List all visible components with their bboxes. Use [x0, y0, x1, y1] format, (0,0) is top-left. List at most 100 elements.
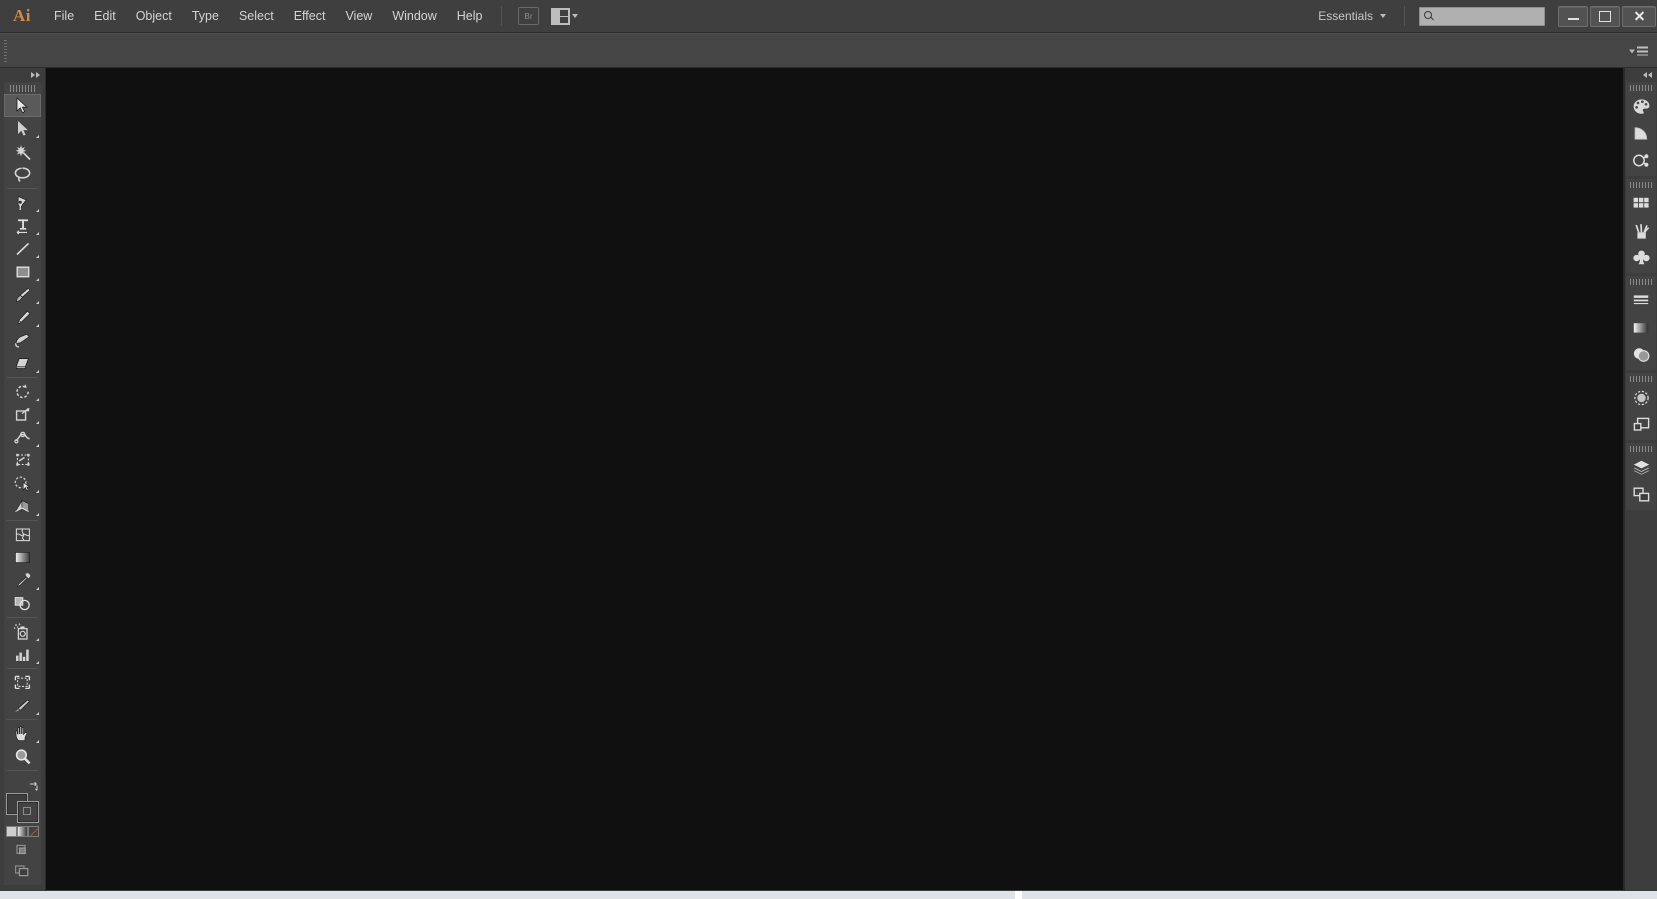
zoom-tool[interactable]	[4, 745, 41, 768]
brushes-panel-button[interactable]	[1626, 217, 1656, 244]
rotate-tool[interactable]	[4, 380, 41, 403]
minimize-button[interactable]	[1558, 5, 1588, 27]
grip-icon	[1630, 375, 1652, 382]
tools-panel-grip[interactable]	[4, 82, 41, 94]
free-transform-tool[interactable]	[4, 449, 41, 472]
arrange-documents-button[interactable]	[548, 6, 582, 27]
dock-group-grip[interactable]	[1626, 276, 1656, 287]
layers-panel-button[interactable]	[1626, 454, 1656, 481]
close-button[interactable]	[1622, 5, 1656, 27]
dock-group-color	[1626, 82, 1656, 176]
gradient-panel-button[interactable]	[1626, 314, 1656, 341]
direct-selection-tool[interactable]	[4, 117, 41, 140]
lasso-tool[interactable]	[4, 163, 41, 186]
graphic-styles-panel-button[interactable]	[1626, 411, 1656, 438]
workspace-switcher[interactable]: Essentials	[1308, 5, 1396, 27]
menu-help[interactable]: Help	[447, 0, 493, 32]
menu-type[interactable]: Type	[182, 0, 229, 32]
dock-collapse-button[interactable]	[1625, 68, 1657, 82]
mesh-tool[interactable]	[4, 523, 41, 546]
search-box[interactable]	[1419, 6, 1578, 26]
grip-icon	[1630, 84, 1652, 91]
panel-menu-icon	[1637, 46, 1648, 55]
menu-object[interactable]: Object	[126, 0, 182, 32]
menu-file[interactable]: File	[44, 0, 84, 32]
go-to-bridge-button[interactable]: Br	[516, 6, 542, 27]
stroke-panel-button[interactable]	[1626, 287, 1656, 314]
pencil-tool[interactable]	[4, 306, 41, 329]
tools-divider	[7, 377, 38, 378]
stroke-swatch[interactable]	[17, 801, 39, 823]
tool-flyout-indicator	[36, 232, 39, 235]
work-area	[0, 68, 1657, 891]
menu-select[interactable]: Select	[229, 0, 284, 32]
menu-effect[interactable]: Effect	[284, 0, 336, 32]
menubar-divider	[500, 6, 502, 26]
double-chevron-left-icon	[1643, 72, 1652, 78]
gradient-tool[interactable]	[4, 546, 41, 569]
line-segment-tool[interactable]	[4, 237, 41, 260]
selection-tool[interactable]	[4, 94, 41, 117]
perspective-grid-tool[interactable]	[4, 495, 41, 518]
shape-builder-tool[interactable]	[4, 472, 41, 495]
artboards-panel-button[interactable]	[1626, 481, 1656, 508]
menu-window[interactable]: Window	[382, 0, 446, 32]
paintbrush-tool[interactable]	[4, 283, 41, 306]
dock-group-grip[interactable]	[1626, 82, 1656, 93]
none-button[interactable]	[28, 826, 39, 837]
column-graph-tool[interactable]	[4, 643, 41, 666]
menu-edit[interactable]: Edit	[84, 0, 126, 32]
pen-tool[interactable]	[4, 191, 41, 214]
dock-group-grip[interactable]	[1626, 443, 1656, 454]
tool-flyout-indicator	[36, 513, 39, 516]
tools-panel	[0, 68, 46, 891]
drawing-modes-button[interactable]	[4, 839, 41, 860]
empty-canvas[interactable]	[46, 68, 1624, 890]
color-button[interactable]	[6, 826, 17, 837]
symbol-sprayer-tool[interactable]	[4, 620, 41, 643]
appearance-panel-button[interactable]	[1626, 384, 1656, 411]
kuler-panel-button[interactable]	[1626, 147, 1656, 174]
eyedropper-tool[interactable]	[4, 569, 41, 592]
scale-tool[interactable]	[4, 403, 41, 426]
tools-panel-collapse-button[interactable]	[0, 68, 45, 82]
change-screen-mode-button[interactable]	[4, 860, 41, 881]
tool-flyout-indicator	[36, 255, 39, 258]
fill-stroke-top-row	[6, 779, 39, 793]
menu-view[interactable]: View	[335, 0, 382, 32]
control-panel-menu-button[interactable]	[1629, 46, 1648, 55]
type-tool[interactable]	[4, 214, 41, 237]
tool-flyout-indicator	[36, 135, 39, 138]
hand-tool[interactable]	[4, 722, 41, 745]
swatches-panel-button[interactable]	[1626, 190, 1656, 217]
menubar-right-cluster: Essentials	[1308, 0, 1657, 32]
control-panel-grip[interactable]	[0, 34, 10, 67]
tool-flyout-indicator	[36, 421, 39, 424]
tool-flyout-indicator	[36, 370, 39, 373]
fill-stroke-swatches	[6, 793, 39, 823]
blend-tool[interactable]	[4, 592, 41, 615]
transparency-panel-button[interactable]	[1626, 341, 1656, 368]
grip-icon	[1630, 445, 1652, 452]
dock-group-grip[interactable]	[1626, 179, 1656, 190]
symbols-panel-button[interactable]	[1626, 244, 1656, 271]
tool-flyout-indicator	[36, 324, 39, 327]
dock-group-assets	[1626, 179, 1656, 273]
color-guide-panel-button[interactable]	[1626, 120, 1656, 147]
swap-fill-stroke-button[interactable]	[28, 779, 39, 791]
window-controls	[1557, 0, 1657, 32]
blob-brush-tool[interactable]	[4, 329, 41, 352]
dock-group-appearance	[1626, 373, 1656, 440]
eraser-tool[interactable]	[4, 352, 41, 375]
dock-group-grip[interactable]	[1626, 373, 1656, 384]
magic-wand-tool[interactable]	[4, 140, 41, 163]
gradient-button[interactable]	[17, 826, 28, 837]
slice-tool[interactable]	[4, 694, 41, 717]
artboard-tool[interactable]	[4, 671, 41, 694]
rectangle-tool[interactable]	[4, 260, 41, 283]
maximize-button[interactable]	[1590, 5, 1620, 27]
grip-icon	[9, 84, 36, 92]
width-tool[interactable]	[4, 426, 41, 449]
taskbar-strip	[0, 891, 1657, 899]
color-panel-button[interactable]	[1626, 93, 1656, 120]
